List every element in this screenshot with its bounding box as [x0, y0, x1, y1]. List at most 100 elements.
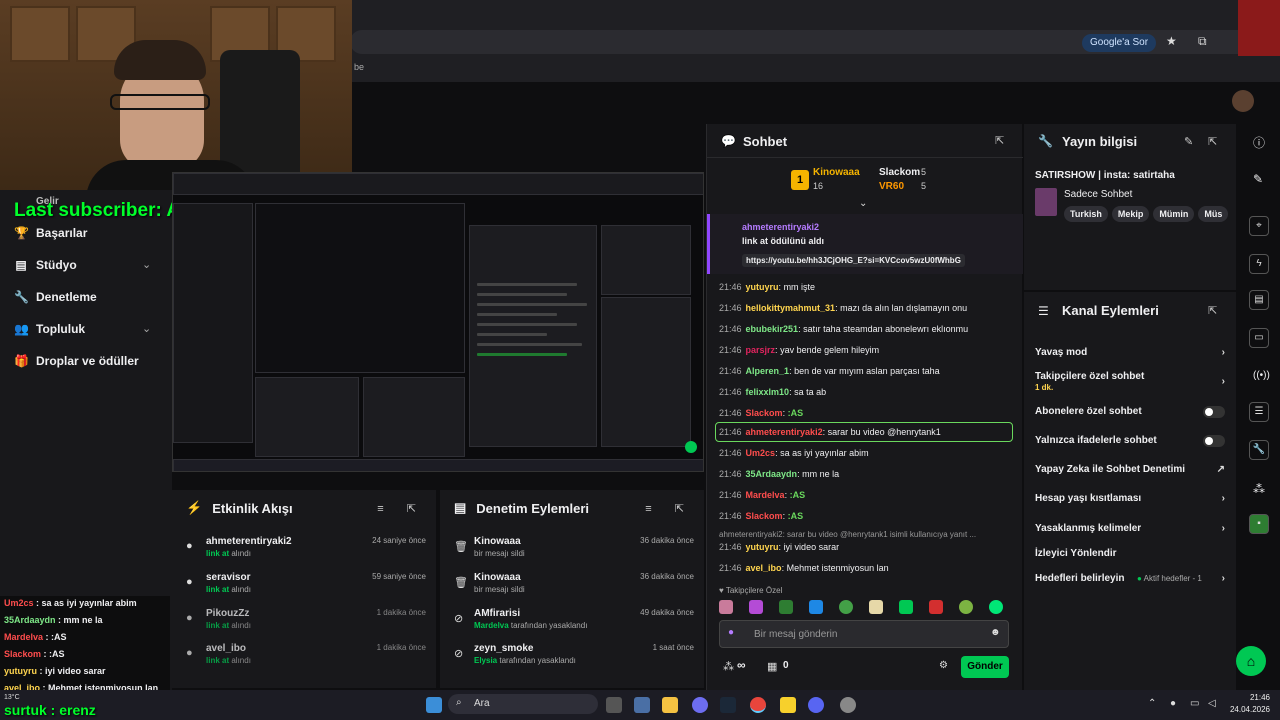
chat-message[interactable]: 21:46 ebubekir251: satır taha steamdan ab…: [719, 324, 1015, 334]
chat-input[interactable]: ● Bir mesaj gönderin ☻: [719, 620, 1009, 648]
community-icon[interactable]: ⁂: [1253, 482, 1265, 496]
popout-icon[interactable]: ⇱: [995, 134, 1004, 147]
leader-name[interactable]: Slackom: [879, 167, 920, 178]
emote-icon[interactable]: [839, 600, 853, 614]
taskbar-search[interactable]: ⌕ Ara: [448, 694, 598, 714]
points-icon[interactable]: ⁂: [723, 660, 734, 673]
obs-icon[interactable]: [692, 697, 708, 713]
sidebar-item-drops[interactable]: 🎁 Droplar ve ödüller: [14, 354, 139, 368]
filter-icon[interactable]: ≡ ⇱: [377, 502, 426, 515]
emote-icon[interactable]: [869, 600, 883, 614]
emote-icon[interactable]: [899, 600, 913, 614]
sidebar-item-moderation[interactable]: 🔧 Denetleme: [14, 290, 97, 304]
edit-icon[interactable]: ✎: [1184, 135, 1193, 148]
calculator-icon[interactable]: [634, 697, 650, 713]
chevron-up-icon[interactable]: ⌃: [1148, 698, 1156, 709]
filter-icon[interactable]: ≡ ⇱: [645, 502, 694, 515]
popout-icon[interactable]: ⇱: [1208, 135, 1217, 148]
popout-icon[interactable]: ⇱: [1208, 304, 1217, 317]
message-user[interactable]: parsjrz: [746, 345, 776, 355]
chevron-down-icon[interactable]: ⌄: [142, 258, 151, 271]
message-user[interactable]: Um2cs: [746, 448, 776, 458]
list-icon[interactable]: ☰: [1249, 402, 1269, 422]
chat-message[interactable]: 21:46 parsjrz: yav bende gelem hileyim: [719, 345, 1015, 355]
toggle-switch[interactable]: [1203, 435, 1225, 447]
message-user[interactable]: yutuyru: [746, 282, 779, 292]
category-name[interactable]: Sadece Sohbet: [1064, 189, 1132, 200]
mic-icon[interactable]: ●: [728, 627, 734, 638]
send-button[interactable]: Gönder: [961, 656, 1009, 678]
tag[interactable]: Mekip: [1111, 206, 1150, 222]
clock-date[interactable]: 24.04.2026: [1224, 705, 1270, 714]
list-item[interactable]: 🗑 Kinowaaa bir mesajı sildi 36 dakika önce: [454, 572, 694, 604]
mic-icon[interactable]: ●: [1170, 698, 1176, 709]
tag[interactable]: Müs: [1198, 206, 1229, 222]
chat-message[interactable]: 21:46 Mardelva: :AS: [719, 490, 1015, 500]
chat-message[interactable]: 21:46 felixxlm10: sa ta ab: [719, 387, 1015, 397]
document-icon[interactable]: ▤: [1249, 290, 1269, 310]
emote-icon[interactable]: [719, 600, 733, 614]
list-item[interactable]: ● ahmeterentiryaki2 link at alındı 24 saniy…: [186, 536, 426, 568]
emote-icon[interactable]: [779, 600, 793, 614]
tag[interactable]: Turkish: [1064, 206, 1108, 222]
chat-message[interactable]: 21:46 hellokittymahmut_31: mazı da alın l…: [719, 303, 1015, 313]
app-icon[interactable]: [840, 697, 856, 713]
chat-message[interactable]: 21:46 Slackom: :AS: [719, 511, 1015, 521]
list-item[interactable]: ● PikouzZz link at alındı 1 dakika önce: [186, 608, 426, 640]
message-user[interactable]: ahmeterentiryaki2: [746, 427, 823, 437]
chevron-down-icon[interactable]: ⌄: [142, 322, 151, 335]
steam-icon[interactable]: [720, 697, 736, 713]
chat-message[interactable]: 21:46 yutuyru: iyi video sarar: [719, 542, 1015, 552]
action-ai-moderation[interactable]: Yapay Zeka ile Sohbet Denetimi ↗: [1035, 464, 1225, 475]
file-explorer-icon[interactable]: [662, 697, 678, 713]
emoji-icon[interactable]: ☻: [990, 627, 1001, 638]
support-icon[interactable]: ⌂: [1236, 646, 1266, 676]
action-redirect-viewers[interactable]: İzleyici Yönlendir: [1035, 548, 1225, 559]
windows-start-icon[interactable]: [426, 697, 442, 713]
target-icon[interactable]: ⌖: [1249, 216, 1269, 236]
task-view-icon[interactable]: [606, 697, 622, 713]
message-user[interactable]: ebubekir251: [746, 324, 799, 334]
volume-icon[interactable]: ◁: [1208, 698, 1216, 709]
reward-user[interactable]: ahmeterentiryaki2: [742, 222, 819, 232]
chat-message[interactable]: 21:46 Um2cs: sa as iyi yayınlar abim: [719, 448, 1015, 458]
info-icon[interactable]: ⓘ: [1253, 134, 1265, 151]
clock-time[interactable]: 21:46: [1244, 693, 1270, 702]
action-slow-mode[interactable]: Yavaş mod ›: [1035, 347, 1225, 358]
chrome-icon[interactable]: [750, 697, 766, 713]
message-user[interactable]: Mardelva: [746, 490, 785, 500]
emote-icon[interactable]: [749, 600, 763, 614]
emote-icon[interactable]: [929, 600, 943, 614]
sidebar-item-community[interactable]: 👥 Topluluk: [14, 322, 85, 336]
message-user[interactable]: yutuyru: [746, 542, 779, 552]
green-app-icon[interactable]: ▪: [1249, 514, 1269, 534]
category-thumbnail[interactable]: [1035, 188, 1057, 216]
weather-widget[interactable]: 13°C: [4, 694, 20, 701]
chevron-down-icon[interactable]: ⌄: [859, 198, 867, 209]
chat-message[interactable]: 21:46 ahmeterentiryaki2: sarar bu video @…: [719, 427, 1015, 437]
leader-name[interactable]: Kinowaaa: [813, 167, 860, 178]
message-user[interactable]: Slackom: [746, 511, 783, 521]
message-user[interactable]: Slackom: [746, 408, 783, 418]
chat-icon[interactable]: ▭: [1249, 328, 1269, 348]
action-subscribers-only[interactable]: Abonelere özel sohbet: [1035, 406, 1225, 418]
action-banned-words[interactable]: Yasaklanmış kelimeler ›: [1035, 523, 1225, 534]
emote-icon[interactable]: [959, 600, 973, 614]
bookmark-star-icon[interactable]: ★: [1166, 34, 1177, 48]
network-icon[interactable]: ▭: [1190, 698, 1199, 709]
action-set-goals[interactable]: Hedefleri belirleyin ● Aktif hedefler - 1…: [1035, 573, 1225, 584]
message-user[interactable]: avel_ibo: [746, 563, 782, 573]
message-user[interactable]: 35Ardaaydn: [746, 469, 798, 479]
discord-icon[interactable]: [808, 697, 824, 713]
list-item[interactable]: 🗑 Kinowaaa bir mesajı sildi 36 dakika önce: [454, 536, 694, 568]
chat-message[interactable]: 21:46 Alperen_1: ben de var mıyım aslan p…: [719, 366, 1015, 376]
sidebar-item-studio[interactable]: ▤ Stüdyo: [14, 258, 76, 272]
action-followers-only[interactable]: Takipçilere özel sohbet 1 dk. ›: [1035, 371, 1225, 393]
gift-icon[interactable]: ▦: [767, 660, 777, 673]
extensions-icon[interactable]: ⧉: [1198, 34, 1207, 49]
sidebar-item-achievements[interactable]: 🏆 Başarılar: [14, 226, 87, 240]
avatar[interactable]: [1232, 90, 1254, 112]
list-item[interactable]: ● seravisor link at alındı 59 saniye önce: [186, 572, 426, 604]
chat-message[interactable]: 21:46 Slackom: :AS: [719, 408, 1015, 418]
stream-preview[interactable]: [172, 172, 704, 472]
